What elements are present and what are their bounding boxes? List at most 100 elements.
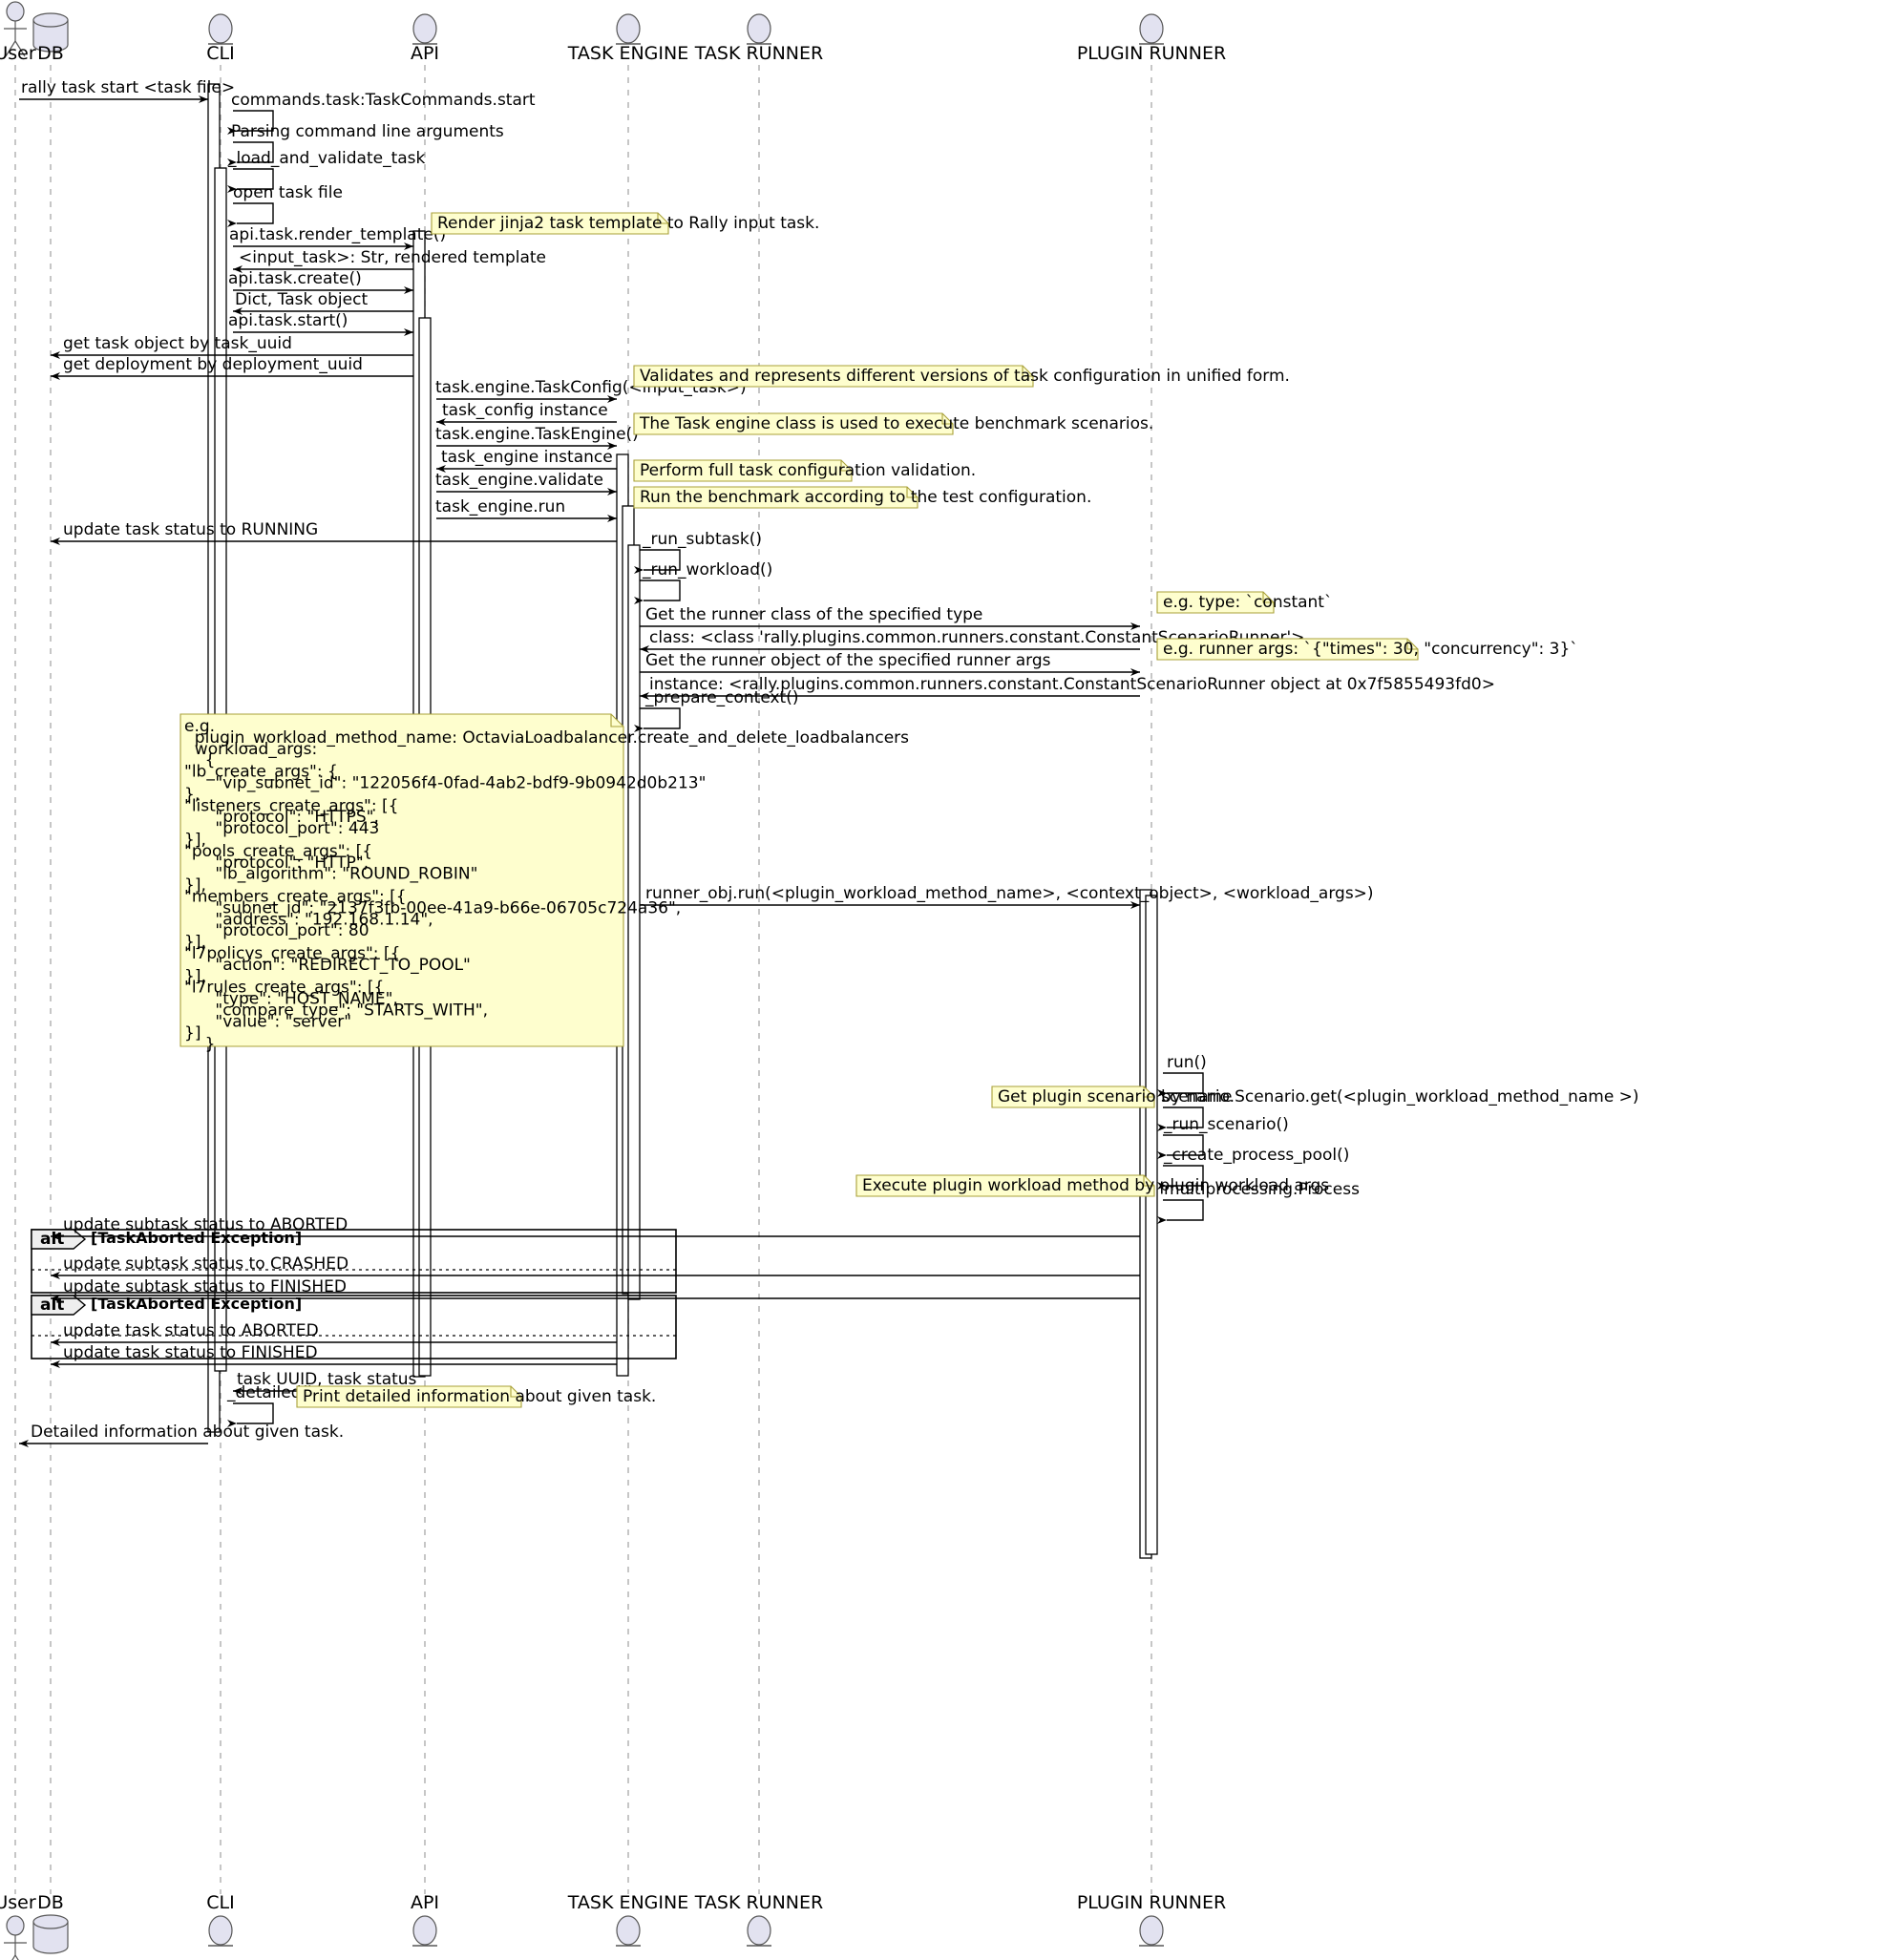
participant-task_runner[interactable]: TASK RUNNER — [694, 13, 823, 64]
message-label: Get the runner object of the specified r… — [645, 651, 1051, 670]
message-label: update task status to FINISHED — [63, 1343, 318, 1362]
message-m36: update task status to ABORTED — [51, 1321, 617, 1346]
note: e.g. runner args: `{"times": 30, "concur… — [1156, 638, 1578, 661]
message-m14: task_config instance — [436, 401, 617, 426]
notes-layer: Render jinja2 task template to Rally inp… — [179, 212, 1578, 1408]
entity-icon — [412, 1915, 437, 1947]
message-label: _run_workload() — [642, 560, 772, 580]
message-m16: task_engine instance — [436, 448, 617, 473]
participant-bottom-label-api: API — [411, 1892, 439, 1913]
alt-guard-label: [TaskAborted Exception] — [91, 1295, 302, 1313]
note: Validates and represents different versi… — [633, 365, 1290, 388]
participant-bottom-plugin_runner[interactable]: PLUGIN RUNNER — [1077, 1892, 1226, 1947]
message-m18: task_engine.run — [435, 497, 617, 522]
message-m15: task.engine.TaskEngine() — [435, 425, 639, 450]
message-label: update task status to ABORTED — [63, 1321, 319, 1340]
participant-label-task_engine: TASK ENGINE — [567, 43, 688, 64]
alt-label: alt — [40, 1230, 64, 1249]
actor-icon — [4, 1915, 27, 1960]
note: Get plugin scenario by name — [991, 1085, 1233, 1108]
note: Run the benchmark according to the test … — [633, 486, 1091, 509]
participant-bottom-label-user: User — [0, 1892, 36, 1913]
note-text: e.g. runner args: `{"times": 30, "concur… — [1163, 640, 1578, 659]
entity-icon — [616, 13, 641, 45]
note-text: Get plugin scenario by name — [998, 1087, 1233, 1106]
message-label: task_engine instance — [441, 448, 613, 467]
activation-bar-task_engine — [627, 544, 641, 1300]
participant-user[interactable]: User — [0, 1, 36, 64]
message-label: _prepare_context() — [644, 688, 799, 707]
message-m34: update subtask status to CRASHED — [51, 1254, 1140, 1279]
participant-bottom-task_engine[interactable]: TASK ENGINE — [567, 1892, 688, 1947]
note-text: Execute plugin workload method by plugin… — [862, 1176, 1329, 1195]
message-m11: get task object by task_uuid — [51, 334, 413, 359]
participant-plugin_runner[interactable]: PLUGIN RUNNER — [1077, 13, 1226, 64]
note: Perform full task configuration validati… — [633, 459, 976, 482]
entity-icon — [1139, 13, 1164, 45]
participant-bottom-label-task_engine: TASK ENGINE — [567, 1892, 688, 1913]
message-m10: api.task.start() — [228, 311, 413, 336]
note: Print detailed information about given t… — [296, 1385, 656, 1408]
message-label: _load_and_validate_task — [227, 149, 426, 168]
message-m27: runner_obj.run(<plugin_workload_method_n… — [640, 884, 1374, 909]
message-label: api.task.render_template() — [229, 225, 446, 244]
participant-cli[interactable]: CLI — [206, 13, 235, 64]
participant-label-task_runner: TASK RUNNER — [694, 43, 823, 64]
message-m1: rally task start <task file> — [19, 78, 235, 103]
participant-bottom-label-plugin_runner: PLUGIN RUNNER — [1077, 1892, 1226, 1913]
note-text: Render jinja2 task template to Rally inp… — [437, 214, 819, 233]
message-m9: Dict, Task object — [233, 290, 413, 315]
database-icon — [32, 1914, 69, 1954]
entity-icon — [208, 13, 233, 45]
message-m5: open task file — [227, 183, 343, 227]
participant-bottom-task_runner[interactable]: TASK RUNNER — [694, 1892, 823, 1947]
entity-icon — [412, 13, 437, 45]
message-label: get task object by task_uuid — [63, 334, 292, 353]
message-label: update subtask status to CRASHED — [63, 1254, 348, 1274]
activation-bar-plugin_runner — [1145, 895, 1158, 1555]
message-m26: _prepare_context() — [634, 688, 799, 732]
note-text: Validates and represents different versi… — [640, 367, 1290, 386]
note: Render jinja2 task template to Rally inp… — [431, 212, 819, 235]
participant-label-cli: CLI — [206, 43, 234, 64]
participant-label-api: API — [411, 43, 439, 64]
participant-bottom-cli[interactable]: CLI — [206, 1892, 235, 1947]
participant-bottom-user[interactable]: User — [0, 1892, 36, 1960]
note: Execute plugin workload method by plugin… — [855, 1174, 1329, 1197]
participant-label-user: User — [0, 43, 36, 64]
message-label: get deployment by deployment_uuid — [63, 355, 363, 374]
message-label: task.engine.TaskEngine() — [435, 425, 639, 444]
participant-bottom-db[interactable]: DB — [32, 1892, 69, 1954]
participant-label-db: DB — [37, 43, 64, 64]
note: e.g. type: `constant` — [1156, 591, 1332, 614]
participant-api[interactable]: API — [411, 13, 439, 64]
message-m24: Get the runner object of the specified r… — [640, 651, 1140, 676]
message-m7: <input_task>: Str, rendered template — [233, 248, 546, 273]
message-m12: get deployment by deployment_uuid — [51, 355, 413, 380]
message-m40: Detailed information about given task. — [19, 1423, 344, 1447]
message-m8: api.task.create() — [228, 269, 413, 294]
message-label: runner_obj.run(<plugin_workload_method_n… — [645, 884, 1374, 903]
message-label: Detailed information about given task. — [31, 1423, 344, 1442]
message-label: <input_task>: Str, rendered template — [239, 248, 546, 267]
message-label: rally task start <task file> — [21, 78, 235, 97]
message-label: update task status to RUNNING — [63, 520, 318, 539]
note-text: e.g. type: `constant` — [1163, 593, 1332, 612]
participant-bottom-api[interactable]: API — [411, 1892, 439, 1947]
participant-bottom-label-task_runner: TASK RUNNER — [694, 1892, 823, 1913]
message-label: api.task.create() — [228, 269, 362, 288]
note: The Task engine class is used to execute… — [633, 412, 1153, 435]
message-m21: _run_workload() — [634, 560, 772, 604]
message-m19: update task status to RUNNING — [51, 520, 617, 545]
sequence-diagram-svg: alt [TaskAborted Exception]alt [TaskAborte… — [0, 1, 1639, 1960]
message-label: Get the runner class of the specified ty… — [645, 605, 982, 624]
participant-db[interactable]: DB — [32, 12, 69, 64]
participant-task_engine[interactable]: TASK ENGINE — [567, 13, 688, 64]
message-m33: update subtask status to ABORTED — [51, 1215, 1140, 1240]
entity-icon — [616, 1915, 641, 1947]
message-label: update subtask status to ABORTED — [63, 1215, 348, 1234]
message-label: task_engine.run — [435, 497, 565, 516]
message-label: task_config instance — [442, 401, 608, 420]
sequence-diagram-canvas: alt [TaskAborted Exception] alt [TaskAborte… — [0, 0, 1900, 1960]
message-label: _run_scenario() — [1163, 1115, 1289, 1134]
